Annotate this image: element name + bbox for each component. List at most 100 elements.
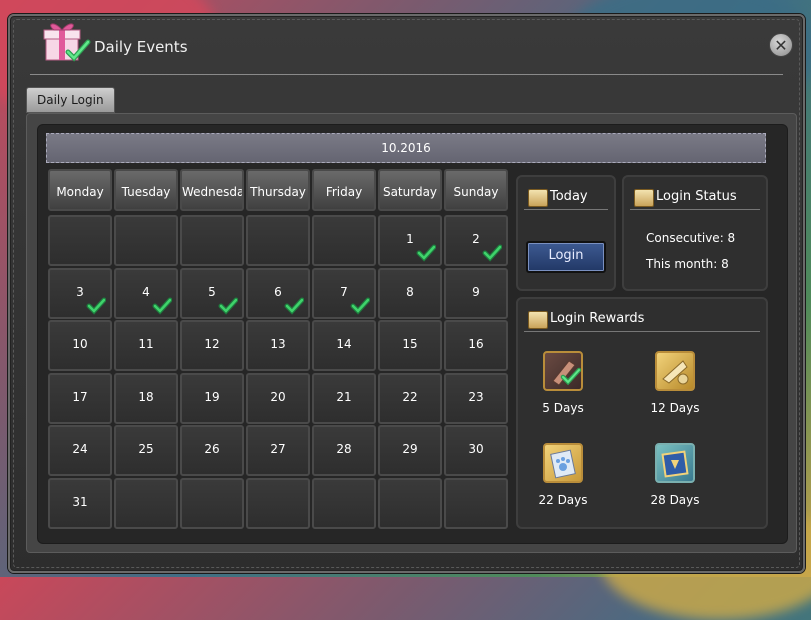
calendar-day-cell: 26 bbox=[180, 425, 244, 476]
weekday-header: Tuesday bbox=[114, 169, 178, 211]
scroll-icon bbox=[528, 189, 548, 207]
reward-label: 12 Days bbox=[650, 401, 700, 415]
day-number: 16 bbox=[468, 337, 484, 351]
month-header: 10.2016 bbox=[46, 133, 766, 163]
today-title: Today bbox=[550, 189, 588, 204]
day-number: 28 bbox=[336, 442, 352, 456]
checkmark-icon bbox=[218, 297, 238, 315]
day-number: 31 bbox=[72, 494, 88, 509]
panel-inner: 10.2016 MondayTuesdayWednesdayThursdayFr… bbox=[37, 124, 788, 544]
day-number: 9 bbox=[472, 284, 480, 299]
calendar-day-cell: 7 bbox=[312, 267, 376, 319]
day-number: 11 bbox=[138, 337, 154, 351]
day-number: 26 bbox=[204, 442, 220, 456]
day-number: 17 bbox=[72, 389, 88, 404]
day-number: 13 bbox=[270, 337, 286, 351]
login-status-title: Login Status bbox=[656, 189, 737, 204]
calendar-empty-cell bbox=[312, 477, 376, 529]
calendar-day-cell: 16 bbox=[444, 320, 508, 371]
calendar-day-cell: 28 bbox=[312, 425, 376, 476]
reward-label: 28 Days bbox=[650, 493, 700, 507]
day-number: 14 bbox=[336, 337, 352, 351]
calendar-empty-cell bbox=[180, 215, 244, 266]
login-button[interactable]: Login bbox=[526, 241, 606, 273]
calendar-day-cell: 9 bbox=[444, 267, 508, 319]
calendar-day-cell: 8 bbox=[378, 267, 442, 319]
calendar-day-cell: 31 bbox=[48, 477, 112, 529]
calendar-day-cell: 15 bbox=[378, 320, 442, 371]
calendar-empty-cell bbox=[312, 215, 376, 266]
calendar-day-cell: 2 bbox=[444, 215, 508, 266]
day-number: 30 bbox=[468, 442, 484, 456]
checkmark-icon bbox=[350, 297, 370, 315]
day-number: 24 bbox=[72, 442, 88, 456]
calendar-day-cell: 13 bbox=[246, 320, 310, 371]
daily-events-window: Daily Events ✕ Daily Login 10.2016 Monda… bbox=[8, 14, 805, 573]
scroll-icon bbox=[528, 311, 548, 329]
calendar-day-cell: 25 bbox=[114, 425, 178, 476]
today-box: Today Login bbox=[516, 175, 616, 291]
calendar-day-cell: 12 bbox=[180, 320, 244, 371]
calendar-day-cell: 20 bbox=[246, 372, 310, 424]
scroll-icon bbox=[634, 189, 654, 207]
calendar-empty-cell bbox=[114, 477, 178, 529]
calendar-day-cell: 10 bbox=[48, 320, 112, 371]
calendar-day-cell: 3 bbox=[48, 267, 112, 319]
today-header: Today bbox=[524, 185, 608, 210]
pawprint-card-icon bbox=[543, 443, 583, 483]
day-number: 23 bbox=[468, 389, 484, 404]
close-button[interactable]: ✕ bbox=[769, 33, 793, 57]
calendar-day-cell: 6 bbox=[246, 267, 310, 319]
calendar-empty-cell bbox=[114, 215, 178, 266]
calendar-empty-cell bbox=[48, 215, 112, 266]
window-title: Daily Events bbox=[94, 38, 188, 56]
title-divider bbox=[30, 74, 783, 75]
calendar-day-cell: 1 bbox=[378, 215, 442, 266]
day-number: 20 bbox=[270, 389, 286, 404]
calendar-empty-cell bbox=[180, 477, 244, 529]
day-number: 19 bbox=[204, 389, 220, 404]
calendar-empty-cell bbox=[444, 477, 508, 529]
day-number: 8 bbox=[406, 284, 414, 299]
close-icon: ✕ bbox=[774, 35, 788, 55]
day-number: 27 bbox=[270, 442, 286, 456]
weekday-header: Monday bbox=[48, 169, 112, 211]
calendar-day-cell: 19 bbox=[180, 372, 244, 424]
checkmark-icon bbox=[416, 244, 436, 262]
month-count: This month: 8 bbox=[646, 257, 729, 271]
calendar-day-cell: 14 bbox=[312, 320, 376, 371]
day-number: 18 bbox=[138, 389, 154, 404]
login-rewards-title: Login Rewards bbox=[550, 311, 645, 326]
calendar-empty-cell bbox=[246, 477, 310, 529]
login-status-box: Login Status Consecutive: 8 This month: … bbox=[622, 175, 768, 291]
day-number: 22 bbox=[402, 389, 418, 404]
login-rewards-header: Login Rewards bbox=[524, 307, 760, 332]
day-number: 10 bbox=[72, 337, 88, 351]
map-item-icon bbox=[655, 351, 695, 391]
day-number: 25 bbox=[138, 442, 154, 456]
login-status-header: Login Status bbox=[630, 185, 760, 210]
weekday-header: Saturday bbox=[378, 169, 442, 211]
calendar-day-cell: 5 bbox=[180, 267, 244, 319]
calendar-day-cell: 22 bbox=[378, 372, 442, 424]
book-item-icon bbox=[655, 443, 695, 483]
scroll-item-icon bbox=[543, 351, 583, 391]
reward-22-days[interactable]: 22 Days bbox=[518, 443, 608, 507]
day-number: 29 bbox=[402, 442, 418, 456]
day-number: 21 bbox=[336, 389, 352, 404]
reward-label: 5 Days bbox=[542, 401, 584, 415]
calendar-day-cell: 11 bbox=[114, 320, 178, 371]
weekday-header: Friday bbox=[312, 169, 376, 211]
calendar-day-cell: 30 bbox=[444, 425, 508, 476]
calendar-day-cell: 4 bbox=[114, 267, 178, 319]
reward-12-days[interactable]: 12 Days bbox=[630, 351, 720, 415]
reward-5-days[interactable]: 5 Days bbox=[518, 351, 608, 415]
reward-28-days[interactable]: 28 Days bbox=[630, 443, 720, 507]
day-number: 15 bbox=[402, 337, 418, 351]
calendar-empty-cell bbox=[378, 477, 442, 529]
calendar-day-cell: 21 bbox=[312, 372, 376, 424]
tab-daily-login[interactable]: Daily Login bbox=[26, 87, 115, 113]
calendar-day-cell: 27 bbox=[246, 425, 310, 476]
calendar-empty-cell bbox=[246, 215, 310, 266]
reward-label: 22 Days bbox=[538, 493, 588, 507]
